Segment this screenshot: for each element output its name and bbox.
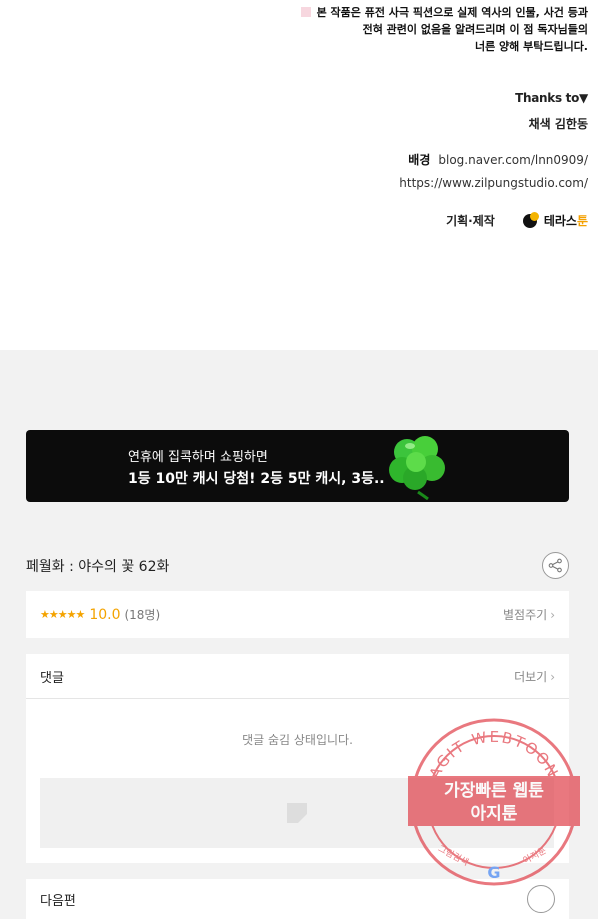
ad-placeholder	[40, 778, 554, 848]
chevron-right-icon: ›	[550, 669, 555, 684]
notice-marker-icon	[300, 7, 311, 17]
comments-hidden-message: 댓글 숨김 상태입니다.	[242, 733, 353, 747]
thanks-label: Thanks to▼	[515, 91, 588, 105]
planning-label: 기획·제작	[446, 213, 495, 228]
credits-section: 본 작품은 퓨전 사극 픽션으로 실제 역사의 인물, 사건 등과 전혀 관련이…	[0, 0, 598, 350]
chevron-right-icon: ›	[550, 608, 555, 622]
rating-stars: ★★★★★	[40, 608, 85, 621]
background-label: 배경	[408, 153, 431, 167]
logo-icon	[521, 211, 541, 229]
next-episode-button[interactable]	[527, 885, 555, 913]
episode-title: 페월화 : 야수의 꽃 62화	[26, 559, 170, 575]
clover-icon	[389, 436, 445, 500]
comments-header: 댓글 더보기 ›	[26, 654, 569, 699]
banner-line-1: 연휴에 집콕하며 쇼핑하면	[128, 450, 268, 465]
planning-credit: 기획·제작 테라스 툰	[446, 211, 588, 229]
notice-line-3: 너른 양해 부탁드립니다.	[474, 40, 588, 53]
rate-button[interactable]: 별점주기 ›	[503, 606, 555, 623]
terrace-toon-logo: 테라스 툰	[521, 211, 588, 229]
rating-score: 10.0	[89, 606, 121, 623]
share-button[interactable]	[542, 552, 569, 579]
comments-more-button[interactable]: 더보기 ›	[514, 668, 555, 685]
next-episode-bar[interactable]: 다음편	[26, 879, 569, 919]
notice-text: 본 작품은 퓨전 사극 픽션으로 실제 역사의 인물, 사건 등과 전혀 관련이…	[288, 4, 588, 55]
notice-line-2: 전혀 관련이 없음을 알려드리며 이 점 독자님들의	[362, 23, 588, 36]
comments-section: 댓글 더보기 › 댓글 숨김 상태입니다.	[26, 654, 569, 863]
notice-line-1: 본 작품은 퓨전 사극 픽션으로 실제 역사의 인물, 사건 등과	[316, 6, 588, 19]
promo-banner[interactable]: 연휴에 집콕하며 쇼핑하면 1등 10만 캐시 당첨! 2등 5만 캐시, 3등…	[26, 430, 569, 502]
background-credit: 배경 blog.naver.com/lnn0909/	[408, 151, 588, 168]
rating-count: (18명)	[124, 608, 161, 622]
thanks-name: 채색 김한동	[528, 117, 588, 131]
placeholder-icon	[287, 803, 307, 823]
share-icon	[548, 558, 562, 573]
background-url-2: https://www.zilpungstudio.com/	[399, 176, 588, 190]
banner-line-2: 1등 10만 캐시 당첨! 2등 5만 캐시, 3등..	[128, 471, 385, 487]
comments-title: 댓글	[40, 670, 64, 686]
rating-bar: ★★★★★ 10.0 (18명) 별점주기 ›	[26, 591, 569, 638]
background-url-1: blog.naver.com/lnn0909/	[438, 153, 588, 167]
